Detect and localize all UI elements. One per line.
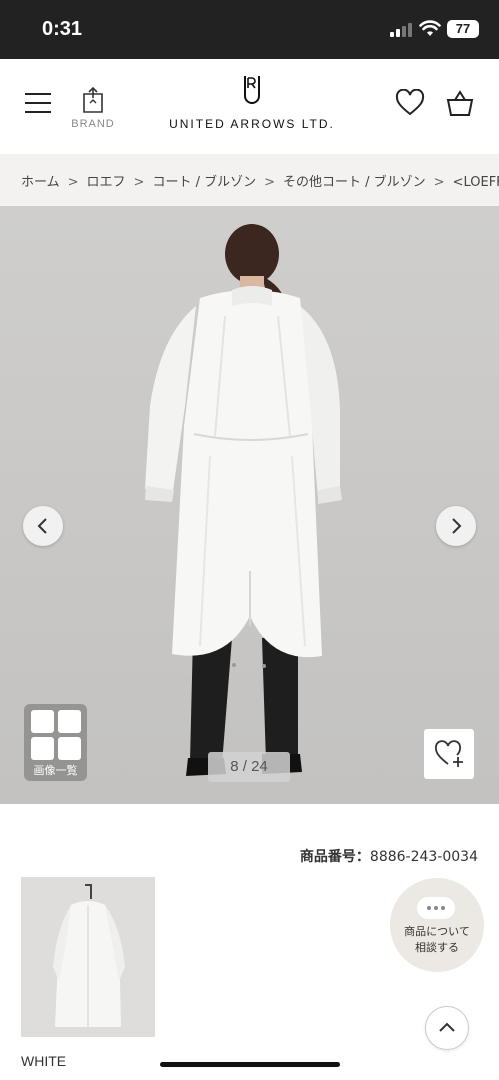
brand-button[interactable]: BRAND xyxy=(66,86,120,138)
ask-label-line2: 相談する xyxy=(415,941,459,954)
shopping-bag-icon[interactable] xyxy=(446,89,474,117)
scroll-to-top-button[interactable] xyxy=(425,1006,469,1050)
product-number-value: 8886-243-0034 xyxy=(369,849,478,865)
next-image-button[interactable] xyxy=(436,506,476,546)
battery-indicator: 77 xyxy=(447,20,479,38)
status-bar: 0:31 77 xyxy=(0,0,499,59)
chevron-right-icon xyxy=(452,518,462,534)
product-thumbnail-image xyxy=(21,877,155,1037)
breadcrumb-home[interactable]: ホーム xyxy=(21,175,60,190)
ask-about-product-button[interactable]: 商品について 相談する xyxy=(390,878,484,972)
add-favorite-button[interactable] xyxy=(424,729,474,779)
chevron-up-icon xyxy=(439,1022,455,1032)
image-list-label: 画像一覧 xyxy=(33,764,78,777)
hamburger-menu-icon[interactable] xyxy=(25,92,51,114)
breadcrumb-current[interactable]: <LOEFF> xyxy=(453,175,499,190)
home-indicator xyxy=(160,1062,340,1067)
chevron-left-icon xyxy=(37,518,47,534)
ask-label-line1: 商品について xyxy=(404,925,470,938)
chevron-right-icon: > xyxy=(67,175,79,190)
chevron-right-icon: > xyxy=(133,175,145,190)
brand-tag-icon xyxy=(83,86,103,113)
cellular-signal-icon xyxy=(390,23,412,37)
chat-bubble-icon xyxy=(417,897,455,919)
chevron-right-icon: > xyxy=(433,175,445,190)
breadcrumb: ホーム > ロエフ > コート / ブルゾン > その他コート / ブルゾン > <LOEFF> xyxy=(0,154,499,206)
previous-image-button[interactable] xyxy=(23,506,63,546)
breadcrumb-brand[interactable]: ロエフ xyxy=(87,175,126,190)
united-arrows-logo-icon xyxy=(244,76,260,104)
image-list-button[interactable]: 画像一覧 xyxy=(24,704,87,781)
product-image-gallery[interactable]: 画像一覧 8 / 24 xyxy=(0,206,499,804)
color-thumbnail[interactable] xyxy=(21,877,155,1037)
product-number: 商品番号：8886-243-0034 xyxy=(300,846,478,866)
heart-plus-icon xyxy=(435,740,463,767)
breadcrumb-category[interactable]: コート / ブルゾン xyxy=(152,175,256,190)
grid-icon xyxy=(31,710,81,760)
heart-icon[interactable] xyxy=(395,89,425,117)
site-header: BRAND UNITED ARROWS LTD. xyxy=(0,59,499,154)
status-time: 0:31 xyxy=(42,18,83,40)
ask-about-product-label: 商品について 相談する xyxy=(390,924,484,956)
image-counter: 8 / 24 xyxy=(208,752,290,782)
product-number-label: 商品番号： xyxy=(299,849,370,865)
brand-label: BRAND xyxy=(71,118,115,130)
chevron-right-icon: > xyxy=(264,175,276,190)
breadcrumb-subcategory[interactable]: その他コート / ブルゾン xyxy=(283,175,426,190)
site-logo[interactable]: UNITED ARROWS LTD. xyxy=(162,74,342,144)
wifi-icon xyxy=(419,20,441,36)
color-name: WHITE xyxy=(21,1053,67,1069)
logo-text: UNITED ARROWS LTD. xyxy=(169,117,335,131)
